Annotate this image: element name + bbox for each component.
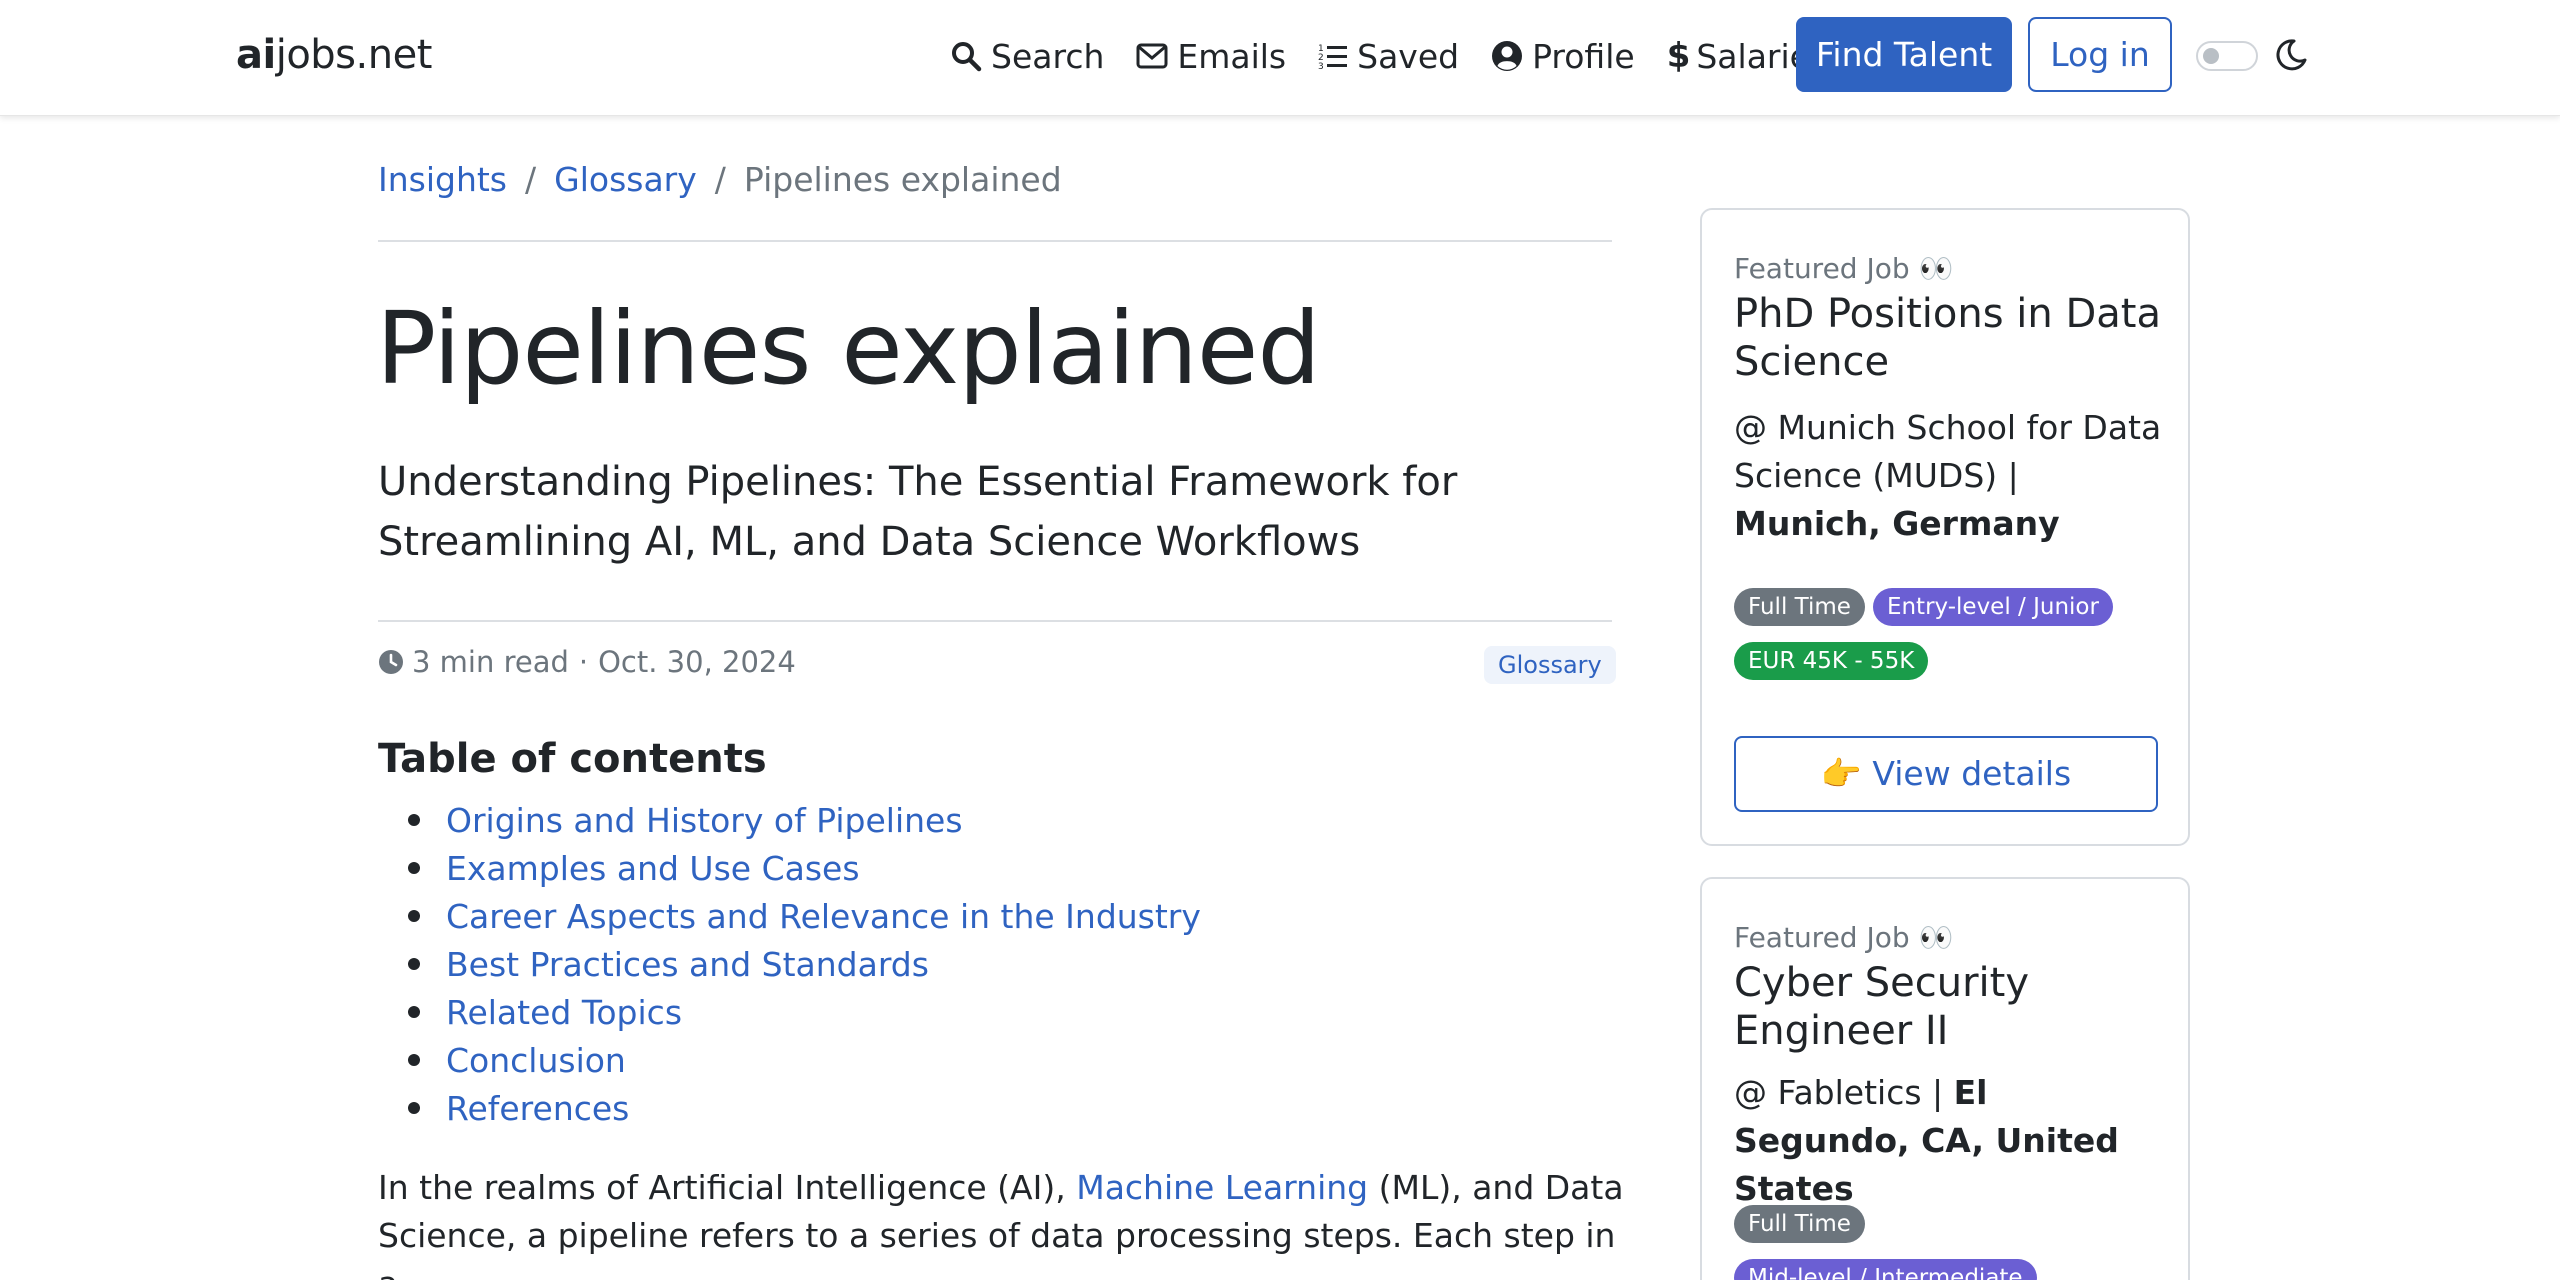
- moon-icon[interactable]: [2274, 38, 2308, 72]
- toc-title: Table of contents: [378, 736, 767, 782]
- nav-saved-label: Saved: [1357, 36, 1460, 76]
- bullet: [408, 862, 420, 874]
- bullet: [408, 910, 420, 922]
- article-subtitle: Understanding Pipelines: The Essential F…: [378, 459, 1458, 565]
- nav-emails-label: Emails: [1177, 36, 1287, 76]
- body-text-start: In the realms of Artificial Intelligence…: [378, 1168, 1077, 1207]
- read-time: 3 min read: [412, 645, 569, 679]
- job-company: @ Munich School for Data Science (MUDS) …: [1734, 404, 2174, 548]
- article-intro: In the realms of Artificial Intelligence…: [378, 1164, 1638, 1280]
- top-navbar: aijobs.net Search Emails 1 2 3 Saved Pro…: [0, 0, 2560, 116]
- user-circle-icon: [1492, 41, 1523, 71]
- toc-item: Examples and Use Cases: [378, 844, 1201, 892]
- bullet: [408, 1054, 420, 1066]
- svg-text:3: 3: [1318, 62, 1324, 70]
- featured-job-label: Featured Job 👀: [1734, 252, 1954, 285]
- toc-link-references[interactable]: References: [446, 1089, 629, 1128]
- badge-salary: EUR 45K - 55K: [1734, 642, 1929, 680]
- nav-search-label: Search: [991, 36, 1105, 76]
- nav-search[interactable]: Search: [950, 37, 1104, 76]
- featured-job-card: Featured Job 👀 Cyber Security Engineer I…: [1700, 877, 2190, 1280]
- toggle-knob: [2203, 48, 2219, 64]
- bullet: [408, 1102, 420, 1114]
- divider: [378, 620, 1612, 622]
- bullet: [408, 814, 420, 826]
- table-of-contents: Origins and History of Pipelines Example…: [378, 796, 1201, 1132]
- search-icon: [952, 42, 982, 72]
- job-title[interactable]: Cyber Security Engineer II: [1734, 959, 2174, 1055]
- nav-saved[interactable]: 1 2 3 Saved: [1318, 37, 1459, 76]
- breadcrumb-separator: /: [714, 160, 726, 199]
- job-badges: Full Time Entry-level / Junior EUR 45K -…: [1734, 588, 2174, 696]
- badge-level: Mid-level / Intermediate: [1734, 1259, 2037, 1280]
- toc-item: Conclusion: [378, 1036, 1201, 1084]
- toc-item: Career Aspects and Relevance in the Indu…: [378, 892, 1201, 940]
- badge-level: Entry-level / Junior: [1872, 588, 2113, 626]
- login-button[interactable]: Log in: [2028, 17, 2172, 92]
- toc-item: References: [378, 1084, 1201, 1132]
- nav-emails[interactable]: Emails: [1136, 37, 1286, 76]
- toc-item: Best Practices and Standards: [378, 940, 1201, 988]
- envelope-icon: [1136, 43, 1168, 69]
- featured-job-label: Featured Job 👀: [1734, 921, 1954, 954]
- category-tag[interactable]: Glossary: [1484, 646, 1616, 684]
- toc-link-related[interactable]: Related Topics: [446, 993, 682, 1032]
- view-details-button[interactable]: 👉 View details: [1734, 736, 2158, 812]
- badge-employment-type: Full Time: [1734, 588, 1865, 626]
- breadcrumb-glossary[interactable]: Glossary: [554, 160, 697, 199]
- job-badges: Full Time Mid-level / Intermediate: [1734, 1205, 2174, 1280]
- dollar-icon: $: [1666, 36, 1691, 76]
- nav-profile-label: Profile: [1532, 36, 1635, 76]
- breadcrumb-insights[interactable]: Insights: [378, 160, 507, 199]
- bullet: [408, 958, 420, 970]
- breadcrumb-separator: /: [525, 160, 537, 199]
- bullet: [408, 1006, 420, 1018]
- toc-item: Related Topics: [378, 988, 1201, 1036]
- job-company: @ Fabletics | El Segundo, CA, United Sta…: [1734, 1069, 2174, 1213]
- toc-link-examples[interactable]: Examples and Use Cases: [446, 849, 860, 888]
- toc-link-conclusion[interactable]: Conclusion: [446, 1041, 626, 1080]
- list-icon: 1 2 3: [1318, 44, 1348, 70]
- find-talent-button[interactable]: Find Talent: [1796, 17, 2012, 92]
- meta-dot: ·: [578, 645, 589, 679]
- publish-date: Oct. 30, 2024: [598, 645, 796, 679]
- toc-item: Origins and History of Pipelines: [378, 796, 1201, 844]
- article-meta: 3 min read · Oct. 30, 2024: [378, 645, 796, 679]
- page-title: Pipelines explained: [376, 290, 1321, 407]
- featured-job-card: Featured Job 👀 PhD Positions in Data Sci…: [1700, 208, 2190, 846]
- toc-link-best-practices[interactable]: Best Practices and Standards: [446, 945, 929, 984]
- company-name: @ Fabletics |: [1734, 1073, 1954, 1112]
- nav-links: Search Emails 1 2 3 Saved Profile $ Sala…: [950, 30, 1859, 82]
- machine-learning-link[interactable]: Machine Learning: [1076, 1168, 1368, 1207]
- clock-icon: [379, 650, 403, 674]
- job-location: Munich, Germany: [1734, 504, 2060, 543]
- breadcrumb-current: Pipelines explained: [743, 160, 1062, 199]
- theme-toggle[interactable]: [2196, 41, 2258, 71]
- company-name: @ Munich School for Data Science (MUDS) …: [1734, 408, 2162, 495]
- job-title[interactable]: PhD Positions in Data Science: [1734, 290, 2174, 386]
- badge-employment-type: Full Time: [1734, 1205, 1865, 1243]
- brand-logo[interactable]: aijobs.net: [236, 32, 432, 78]
- toc-link-career[interactable]: Career Aspects and Relevance in the Indu…: [446, 897, 1201, 936]
- nav-profile[interactable]: Profile: [1491, 37, 1635, 76]
- divider: [378, 240, 1612, 242]
- breadcrumb: Insights / Glossary / Pipelines explaine…: [378, 160, 1062, 199]
- toc-link-origins[interactable]: Origins and History of Pipelines: [446, 801, 963, 840]
